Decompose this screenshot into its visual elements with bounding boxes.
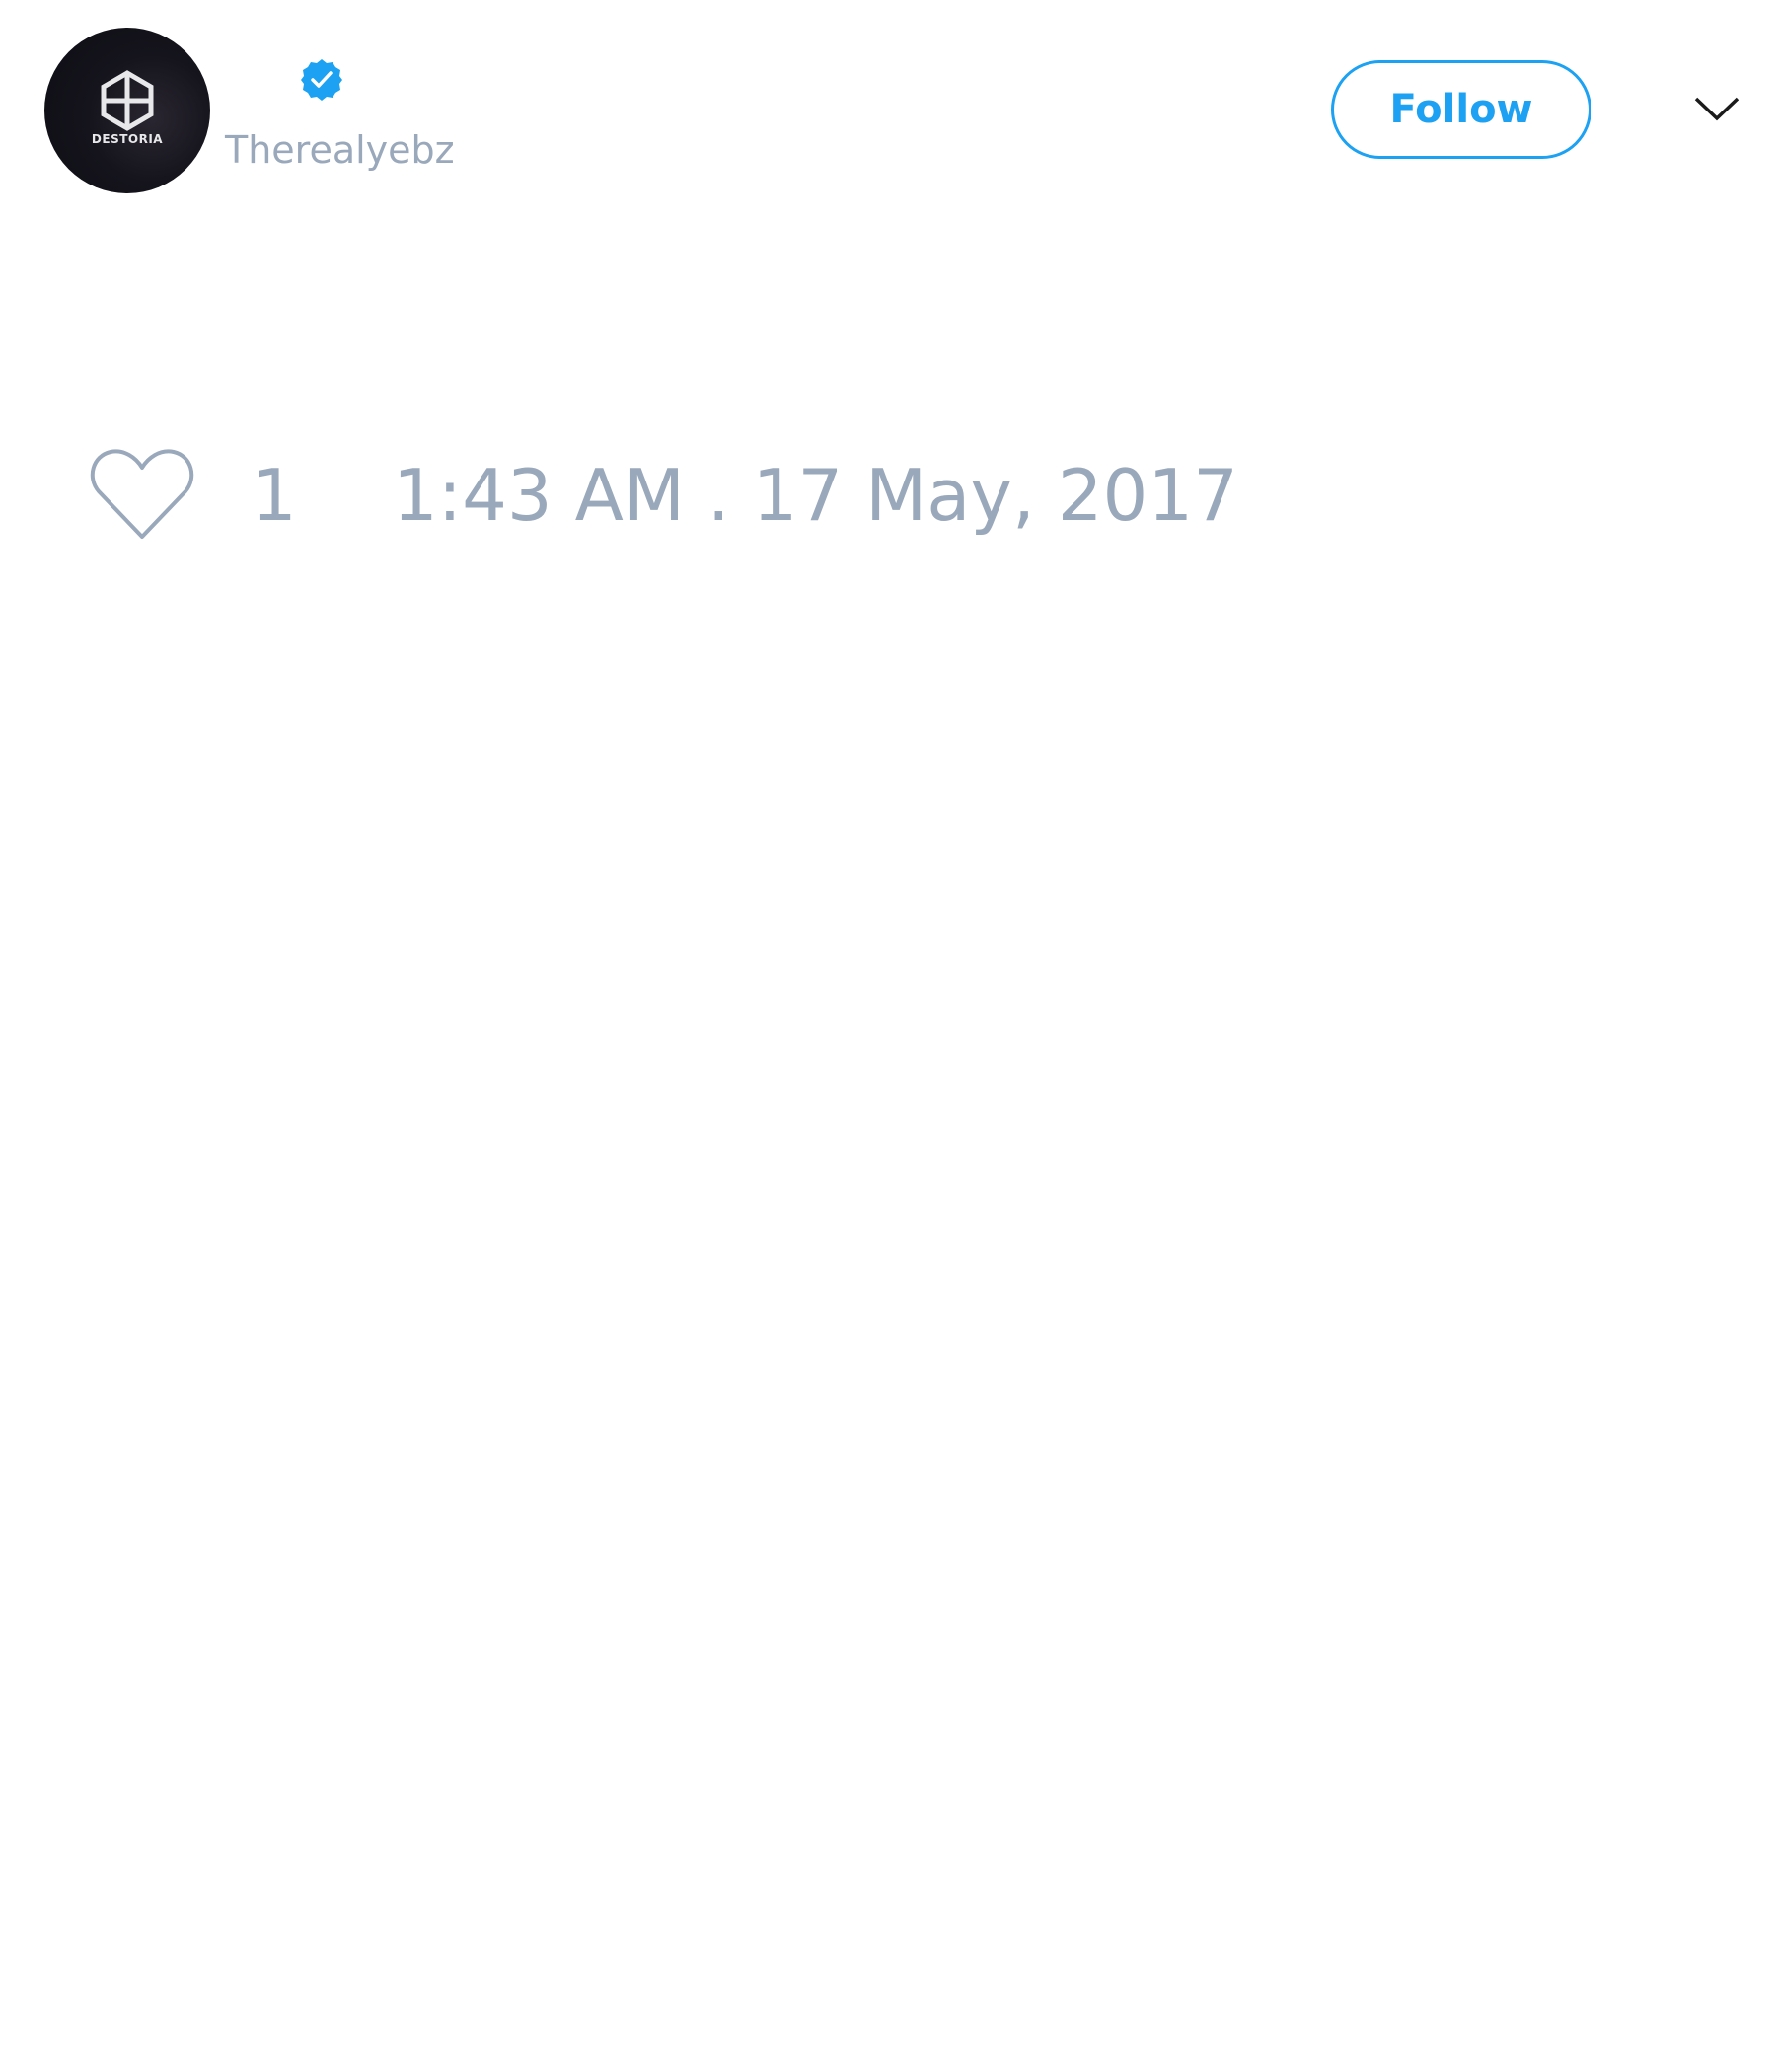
- heart-icon[interactable]: [89, 446, 195, 543]
- avatar-logo-icon: [101, 70, 154, 131]
- author-handle[interactable]: Therealyebz: [225, 128, 455, 172]
- chevron-down-icon[interactable]: [1693, 91, 1740, 126]
- like-count: 1: [252, 454, 297, 537]
- verified-badge-icon: [301, 59, 342, 101]
- avatar-logo-text: DESTORIA: [91, 132, 164, 146]
- tweet-timestamp[interactable]: 1:43 AM . 17 May, 2017: [393, 454, 1238, 537]
- follow-button[interactable]: Follow: [1331, 60, 1591, 159]
- avatar[interactable]: DESTORIA: [44, 28, 210, 193]
